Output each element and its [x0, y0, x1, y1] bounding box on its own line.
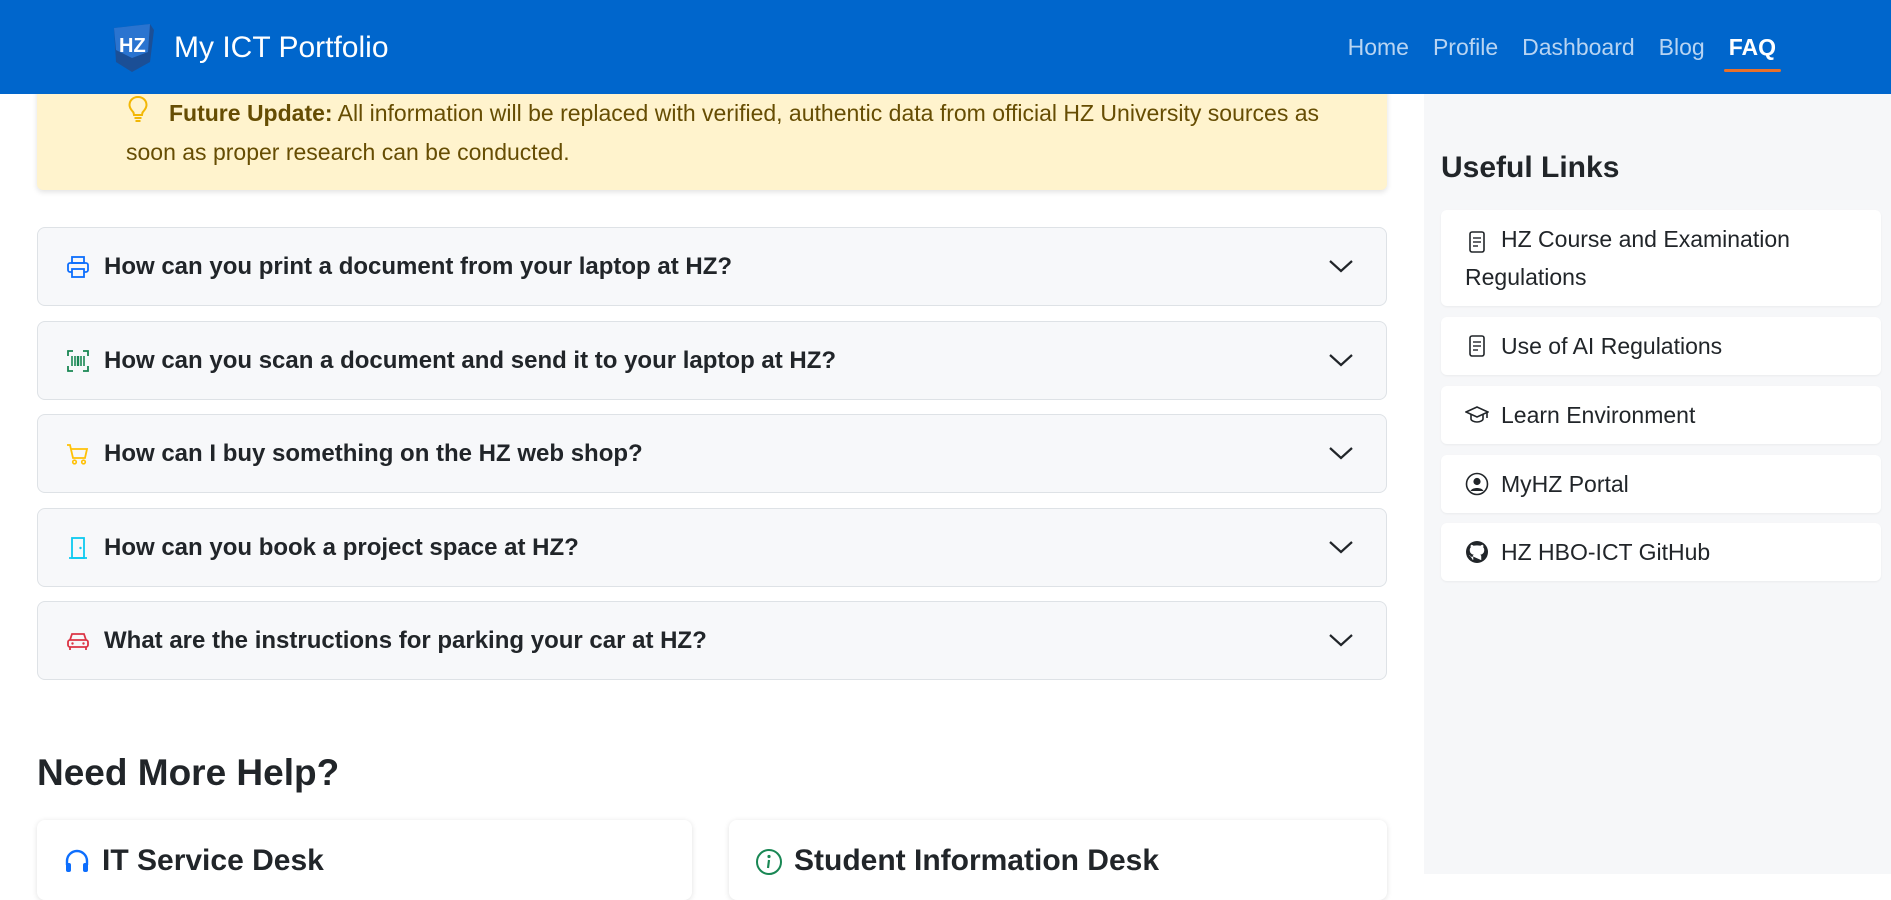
faq-item-project-space[interactable]: How can you book a project space at HZ? — [37, 508, 1387, 587]
chevron-down-icon — [1329, 447, 1353, 460]
printer-icon — [67, 256, 89, 278]
chevron-down-icon — [1329, 354, 1353, 367]
link-label: MyHZ Portal — [1501, 471, 1629, 497]
student-info-desk-card: Student Information Desk — [729, 820, 1387, 900]
faq-question: How can I buy something on the HZ web sh… — [104, 440, 643, 467]
it-service-desk-card: IT Service Desk — [37, 820, 692, 900]
link-label: Learn Environment — [1501, 402, 1696, 428]
brand[interactable]: HZ My ICT Portfolio — [110, 22, 389, 74]
alert-label: Future Update: — [169, 100, 333, 126]
barcode-scan-icon — [67, 350, 89, 372]
link-myhz-portal[interactable]: MyHZ Portal — [1441, 455, 1881, 513]
info-circle-icon — [756, 849, 782, 875]
chevron-down-icon — [1329, 634, 1353, 647]
faq-question: How can you print a document from your l… — [104, 253, 733, 280]
card-title: IT Service Desk — [102, 844, 324, 877]
link-learn-environment[interactable]: Learn Environment — [1441, 386, 1881, 444]
headset-icon — [65, 849, 89, 872]
lightbulb-icon — [128, 95, 148, 122]
nav-home[interactable]: Home — [1348, 34, 1409, 71]
faq-question: How can you book a project space at HZ? — [104, 534, 579, 561]
link-ai-regulations[interactable]: Use of AI Regulations — [1441, 317, 1881, 375]
nav-faq[interactable]: FAQ — [1723, 34, 1782, 72]
need-more-help-heading: Need More Help? — [37, 752, 340, 793]
nav-profile[interactable]: Profile — [1433, 34, 1498, 71]
svg-text:HZ: HZ — [119, 35, 146, 57]
faq-item-print[interactable]: How can you print a document from your l… — [37, 227, 1387, 306]
faq-question: How can you scan a document and send it … — [104, 347, 837, 374]
link-github[interactable]: HZ HBO-ICT GitHub — [1441, 523, 1881, 581]
link-label: HZ HBO-ICT GitHub — [1501, 539, 1711, 565]
main-content: Future Update: All information will be r… — [0, 0, 1424, 900]
card-title: Student Information Desk — [794, 844, 1160, 877]
faq-item-webshop[interactable]: How can I buy something on the HZ web sh… — [37, 414, 1387, 493]
useful-links-sidebar: Useful Links HZ Course and Examination R… — [1424, 94, 1891, 874]
cart-icon — [67, 444, 89, 465]
top-navbar: HZ My ICT Portfolio Home Profile Dashboa… — [0, 0, 1891, 94]
nav-blog[interactable]: Blog — [1659, 34, 1705, 71]
hz-logo: HZ — [114, 24, 154, 72]
chevron-down-icon — [1329, 541, 1353, 554]
brand-title: My ICT Portfolio — [174, 31, 389, 64]
nav-dashboard[interactable]: Dashboard — [1522, 34, 1635, 71]
nav-links: Home Profile Dashboard Blog FAQ — [1324, 34, 1782, 72]
door-icon — [69, 537, 87, 559]
link-label: HZ Course and Examination Regulations — [1465, 226, 1790, 290]
link-label: Use of AI Regulations — [1501, 333, 1723, 359]
faq-item-scan[interactable]: How can you scan a document and send it … — [37, 321, 1387, 400]
link-course-regulations[interactable]: HZ Course and Examination Regulations — [1441, 210, 1881, 306]
faq-item-parking[interactable]: What are the instructions for parking yo… — [37, 601, 1387, 680]
sidebar-title: Useful Links — [1441, 151, 1620, 184]
faq-question: What are the instructions for parking yo… — [104, 627, 707, 654]
chevron-down-icon — [1329, 260, 1353, 273]
car-icon — [67, 633, 89, 650]
